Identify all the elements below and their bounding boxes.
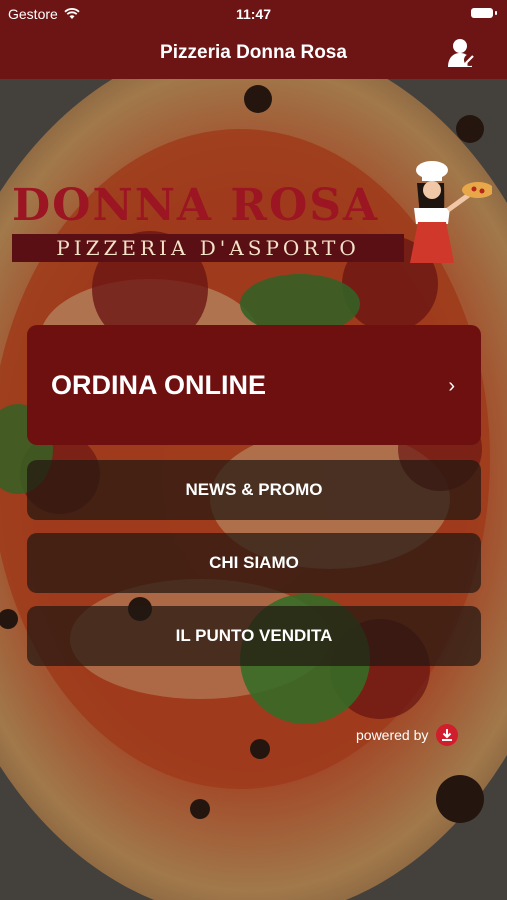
clock: 11:47 [235,6,272,22]
status-bar: Gestore 11:47 [0,0,507,30]
chef-woman-illustration [410,161,492,263]
user-profile-icon[interactable] [445,36,479,70]
download-badge-icon [436,724,459,746]
brand-logo: DONNA ROSA PIZZERIA D'ASPORTO [10,158,492,270]
battery-icon [471,8,497,18]
about-us-button[interactable]: CHI SIAMO [27,533,481,593]
order-online-label: ORDINA ONLINE [51,370,266,400]
logo-subtitle: PIZZERIA D'ASPORTO [12,234,404,262]
powered-by-label: powered by [356,727,429,743]
store-location-button[interactable]: IL PUNTO VENDITA [27,606,481,666]
chevron-right-icon: › [448,375,455,397]
nav-bar: Pizzeria Donna Rosa [0,30,507,79]
news-promo-button[interactable]: NEWS & PROMO [27,460,481,520]
page-title: Pizzeria Donna Rosa [160,42,347,63]
powered-by[interactable]: powered by [356,724,459,746]
logo-name: DONNA ROSA [12,180,380,231]
order-online-button[interactable]: ORDINA ONLINE › [27,325,481,445]
